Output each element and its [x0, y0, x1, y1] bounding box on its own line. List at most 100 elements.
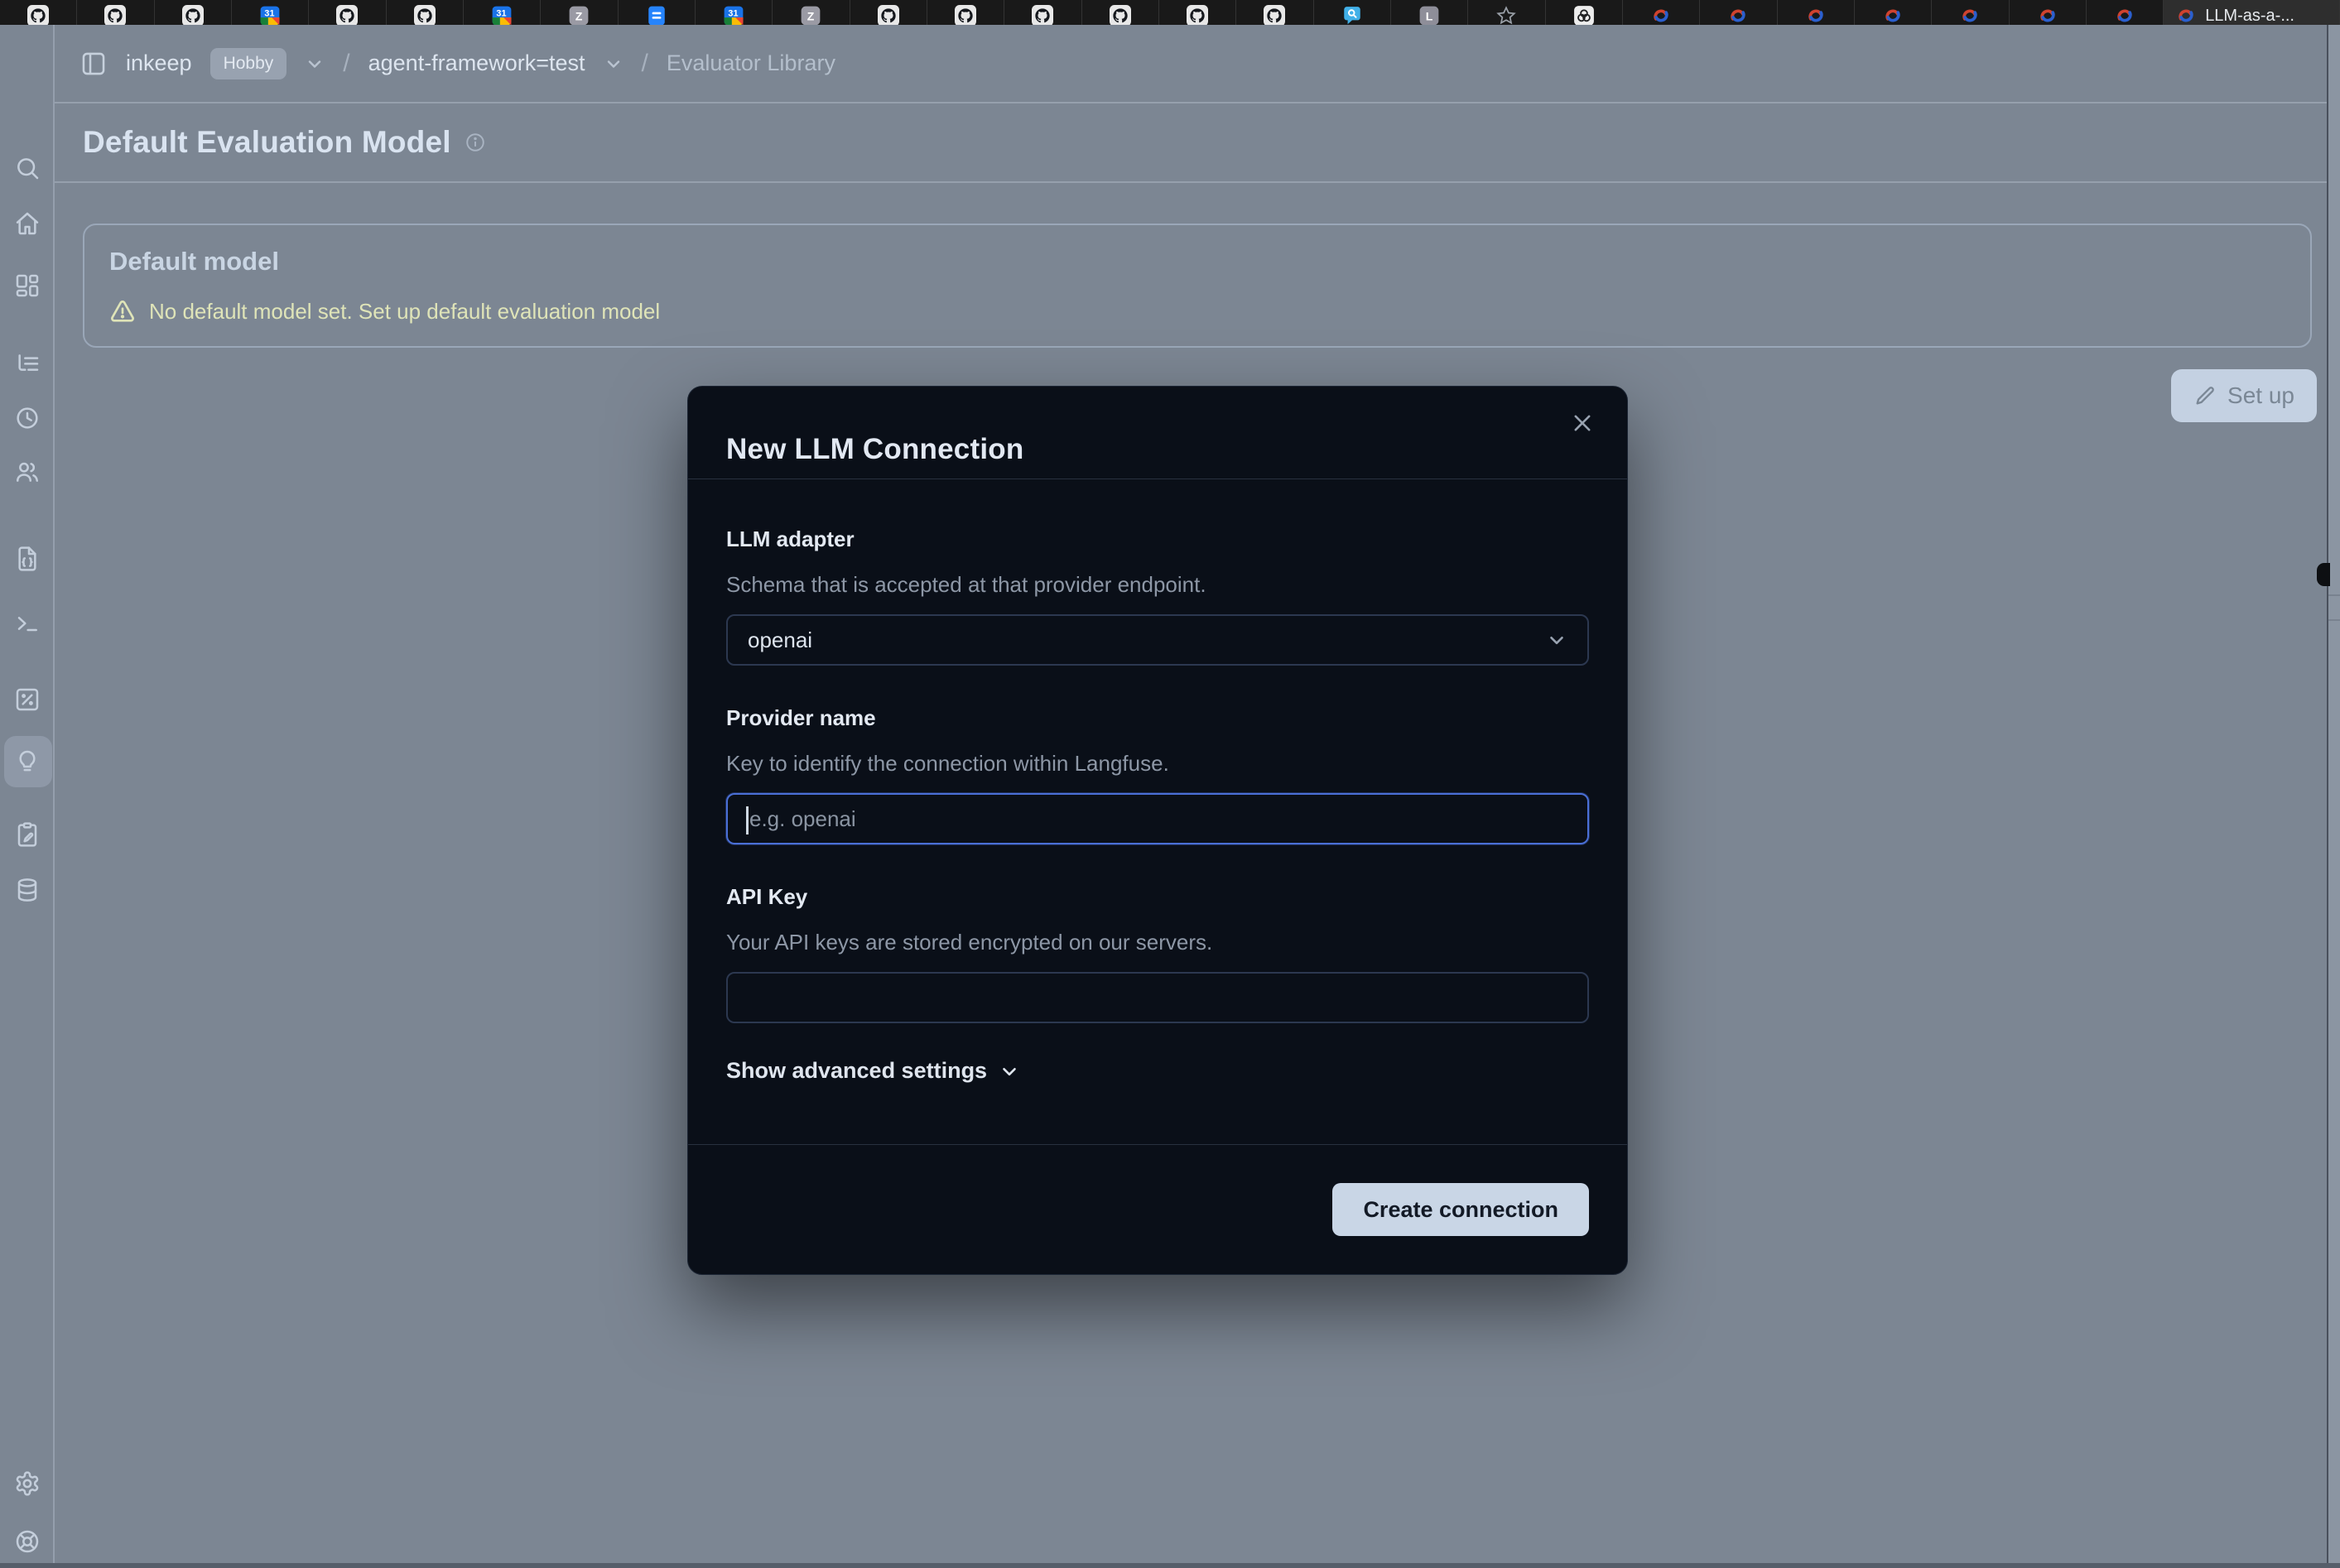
browser-tab-langfuse[interactable]	[1932, 0, 2009, 25]
browser-tab-linear[interactable]: L	[1391, 0, 1468, 25]
set-up-button[interactable]: Set up	[2171, 369, 2317, 422]
edge-line	[2328, 594, 2340, 596]
dialog-title: New LLM Connection	[726, 433, 1023, 466]
browser-tab-langfuse[interactable]	[1778, 0, 1855, 25]
breadcrumb-project[interactable]: agent-framework=test	[368, 51, 585, 76]
sidebar-item-evaluators[interactable]	[0, 735, 55, 788]
default-model-card: Default model No default model set. Set …	[83, 224, 2312, 348]
langfuse-favicon-icon	[2037, 0, 2058, 25]
sidebar-item-home[interactable]	[0, 197, 55, 250]
sidebar-item-dashboards[interactable]	[0, 259, 55, 312]
browser-tab-langfuse[interactable]	[2010, 0, 2087, 25]
scrollbar-track[interactable]	[2327, 25, 2340, 1563]
browser-tab-gcal[interactable]: 31	[232, 0, 309, 25]
breadcrumb-org[interactable]: inkeep	[126, 51, 192, 76]
info-icon[interactable]	[465, 132, 486, 153]
browser-tab-langfuse[interactable]	[1623, 0, 1700, 25]
github-favicon-icon	[336, 0, 358, 25]
sidebar-item-settings[interactable]	[0, 1457, 55, 1510]
sidebar-item-tracing[interactable]	[0, 338, 55, 391]
create-connection-button[interactable]: Create connection	[1332, 1183, 1589, 1236]
gdocs-favicon-icon	[646, 0, 667, 25]
sidebar-toggle-icon[interactable]	[79, 50, 108, 78]
browser-tab-gcal[interactable]: 31	[696, 0, 773, 25]
sidebar-item-search[interactable]	[0, 142, 55, 195]
browser-tab-github[interactable]	[1236, 0, 1313, 25]
browser-tab-star[interactable]	[1468, 0, 1545, 25]
browser-tab-github[interactable]	[1004, 0, 1081, 25]
dialog-body: LLM adapter Schema that is accepted at t…	[688, 479, 1627, 1084]
sidebar-item-users[interactable]	[0, 445, 55, 498]
browser-tab-github[interactable]	[1082, 0, 1159, 25]
gear-icon	[14, 1470, 41, 1497]
sidebar-item-sessions[interactable]	[0, 392, 55, 445]
browser-tab-github[interactable]	[850, 0, 927, 25]
llm-adapter-description: Schema that is accepted at that provider…	[726, 572, 1589, 598]
sidebar-item-datasets[interactable]	[0, 863, 55, 916]
browser-tab-bluechat[interactable]	[1314, 0, 1391, 25]
browser-tab-langfuse[interactable]	[1855, 0, 1932, 25]
gcal-favicon-icon: 31	[259, 0, 281, 25]
browser-tab-github[interactable]	[927, 0, 1004, 25]
sidebar-item-annotation[interactable]	[0, 808, 55, 861]
provider-name-description: Key to identify the connection within La…	[726, 751, 1589, 777]
breadcrumb-separator: /	[642, 50, 648, 78]
close-icon[interactable]	[1567, 408, 1597, 438]
browser-tab-github[interactable]	[387, 0, 464, 25]
dashboard-icon	[14, 272, 41, 299]
github-favicon-icon	[878, 0, 899, 25]
browser-tab-gdocs[interactable]	[619, 0, 696, 25]
browser-tab-zapp[interactable]: Z	[773, 0, 850, 25]
llm-adapter-select[interactable]: openai	[726, 614, 1589, 666]
browser-tab-github[interactable]	[155, 0, 232, 25]
langfuse-favicon-icon	[1959, 0, 1981, 25]
life-buoy-icon	[14, 1528, 41, 1555]
chevron-down-icon[interactable]	[604, 54, 624, 74]
clipboard-pen-icon	[14, 821, 41, 848]
pencil-icon	[2193, 384, 2217, 407]
gcal-favicon-icon: 31	[723, 0, 744, 25]
browser-tab-langfuse[interactable]	[2087, 0, 2164, 25]
browser-tab-github[interactable]	[0, 0, 77, 25]
svg-text:Z: Z	[575, 9, 583, 22]
advanced-settings-toggle[interactable]: Show advanced settings	[726, 1058, 1589, 1084]
browser-tab-github[interactable]	[1159, 0, 1236, 25]
sidebar-item-support[interactable]	[0, 1515, 55, 1568]
advanced-settings-label: Show advanced settings	[726, 1058, 987, 1084]
github-favicon-icon	[27, 0, 49, 25]
sidebar-item-scores[interactable]	[0, 673, 55, 726]
provider-name-input[interactable]: e.g. openai	[726, 793, 1589, 844]
warning-triangle-icon	[109, 298, 136, 325]
langfuse-favicon-icon	[1650, 0, 1672, 25]
langfuse-favicon-icon	[1805, 0, 1827, 25]
provider-name-placeholder: e.g. openai	[748, 806, 856, 832]
browser-tab-active[interactable]: LLM-as-a-...	[2164, 0, 2340, 25]
sidebar-item-prompts[interactable]	[0, 532, 55, 585]
browser-tab-github[interactable]	[77, 0, 154, 25]
text-cursor	[746, 806, 749, 835]
browser-tab-langfuse[interactable]	[1700, 0, 1777, 25]
set-up-label: Set up	[2227, 382, 2294, 409]
square-percent-icon	[14, 686, 41, 713]
page-title-row: Default Evaluation Model	[55, 103, 2327, 183]
api-key-input[interactable]	[726, 972, 1589, 1023]
lightbulb-icon	[14, 748, 41, 775]
list-tree-icon	[14, 351, 41, 378]
provider-name-label: Provider name	[726, 705, 1589, 731]
browser-tab-zapp[interactable]: Z	[541, 0, 618, 25]
github-favicon-icon	[1264, 0, 1285, 25]
sidebar-item-playground[interactable]	[0, 597, 55, 650]
chevron-down-icon[interactable]	[305, 54, 325, 74]
create-connection-label: Create connection	[1363, 1197, 1558, 1223]
terminal-icon	[14, 610, 41, 637]
browser-tab-github[interactable]	[309, 0, 386, 25]
browser-tab-openai[interactable]	[1546, 0, 1623, 25]
svg-text:31: 31	[497, 9, 507, 19]
sidebar-rail	[0, 25, 55, 1563]
svg-text:L: L	[1426, 9, 1433, 22]
search-icon	[14, 155, 41, 181]
browser-tab-gcal[interactable]: 31	[464, 0, 541, 25]
home-icon	[14, 210, 41, 237]
langfuse-favicon-icon	[1727, 0, 1749, 25]
breadcrumb-separator: /	[343, 50, 349, 78]
